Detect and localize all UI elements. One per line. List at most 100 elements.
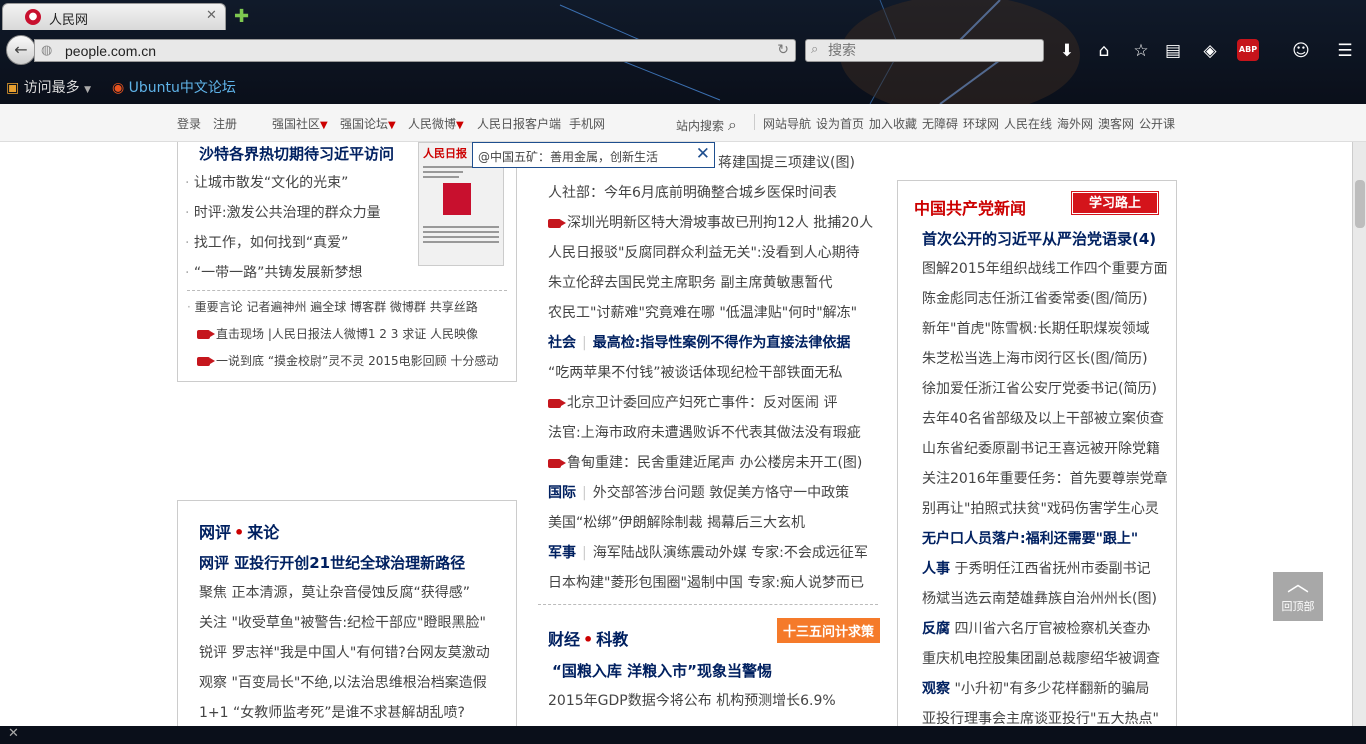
aoke-link[interactable]: 澳客网 xyxy=(1098,115,1134,132)
people-online-link[interactable]: 人民在线 xyxy=(1004,115,1052,132)
pocket-icon[interactable]: ◈ xyxy=(1199,40,1221,62)
close-tab-icon[interactable]: ✕ xyxy=(206,8,217,23)
set-homepage-link[interactable]: 设为首页 xyxy=(816,115,864,132)
accessibility-link[interactable]: 无障碍 xyxy=(922,115,958,132)
list-item[interactable]: 去年40名省部级及以上干部被立案侦查 xyxy=(922,408,1164,428)
left-headline[interactable]: 沙特各界热切期待习近平访问 xyxy=(199,143,394,164)
list-item[interactable]: 农民工"讨薪难"究竟难在哪 "低温津贴"何时"解冻" xyxy=(548,302,857,322)
anticorruption-row[interactable]: 反腐 四川省六名厅官被检察机关查办 xyxy=(922,618,1150,638)
list-item[interactable]: 锐评 罗志祥"我是中国人"有何错?台网友莫激动 xyxy=(199,642,490,662)
observation-row[interactable]: 观察 "小升初"有多少花样翻新的骗局 xyxy=(922,678,1149,698)
society-row[interactable]: 社会 | 最高检:指导性案例不得作为直接法律依据 xyxy=(548,332,850,352)
list-item[interactable]: 亚投行理事会主席谈亚投行"五大热点" xyxy=(922,708,1159,728)
list-item[interactable]: · 时评:激发公共治理的群众力量 xyxy=(185,202,381,222)
qiangguo-community-link[interactable]: 强国社区▼ xyxy=(272,115,328,132)
finance-headline[interactable]: “国粮入库 洋粮入市”现象当警惕 xyxy=(552,660,772,681)
list-item[interactable]: 深圳光明新区特大滑坡事故已刑拘12人 批捕20人 xyxy=(548,212,873,232)
register-link[interactable]: 注册 xyxy=(213,115,237,132)
list-item[interactable]: 观察 "百变局长"不绝,以法治思维根治档案造假 xyxy=(199,672,487,692)
links-row[interactable]: 直击现场 |人民日报法人微博1 2 3 求证 人民映像 xyxy=(197,325,478,342)
item-text: 鲁甸重建：民舍重建近尾声 办公楼房未开工(图) xyxy=(567,455,863,471)
list-item[interactable]: 别再让"拍照式扶贫"戏码伤害学生心灵 xyxy=(922,498,1159,518)
links-row[interactable]: · 重要言论 记者遍神州 遍全球 博客群 微博群 共享丝路 xyxy=(187,298,478,315)
list-item[interactable]: · “一带一路”共铸发展新梦想 xyxy=(185,262,362,282)
section-headline: 最高检:指导性案例不得作为直接法律依据 xyxy=(592,335,851,351)
list-item[interactable]: 山东省纪委原副书记王喜远被开除党籍 xyxy=(922,438,1160,458)
close-icon[interactable]: ✕ xyxy=(8,726,19,741)
list-item[interactable]: 新年"首虎"陈雪枫:长期任职煤炭领域 xyxy=(922,318,1150,338)
smiley-icon[interactable]: ☺ xyxy=(1290,40,1312,62)
list-item[interactable]: 北京卫计委回应产妇死亡事件：反对医闹 评 xyxy=(548,392,837,412)
personnel-row[interactable]: 人事 于秀明任江西省抚州市委副书记 xyxy=(922,558,1150,578)
party-headline[interactable]: 首次公开的习近平从严治党语录(4) xyxy=(922,228,1156,249)
back-to-top-button[interactable]: ︿ 回顶部 xyxy=(1273,572,1323,621)
url-bar[interactable]: ◍ people.com.cn ↻ xyxy=(34,39,796,62)
item-text: 外交部答涉台问题 敦促美方恪守一中政策 xyxy=(592,485,850,501)
list-item[interactable]: 徐加爱任浙江省公安厅党委书记(简历) xyxy=(922,378,1157,398)
list-item[interactable]: 重庆机电控股集团副总裁廖绍华被调查 xyxy=(922,648,1160,668)
newspaper-photo xyxy=(443,183,471,215)
list-item[interactable]: 鲁甸重建：民舍重建近尾声 办公楼房未开工(图) xyxy=(548,452,862,472)
huanqiu-link[interactable]: 环球网 xyxy=(963,115,999,132)
close-icon[interactable]: ✕ xyxy=(696,144,710,164)
list-item[interactable]: 蒋建国提三项建议(图) xyxy=(718,152,855,172)
reload-icon[interactable]: ↻ xyxy=(777,42,789,58)
list-item[interactable]: “吃两苹果不付钱”被谈话体现纪检干部铁面无私 xyxy=(548,362,843,382)
list-item[interactable]: 朱芝松当选上海市闵行区长(图/简历) xyxy=(922,348,1148,368)
nav-label: 人民微博 xyxy=(408,117,457,131)
list-item[interactable]: 杨斌当选云南楚雄彝族自治州州长(图) xyxy=(922,588,1157,608)
list-item[interactable]: 关注 "收受草鱼"被警告:纪检干部应"瞪眼黑脸" xyxy=(199,612,486,632)
list-item[interactable]: 朱立伦辞去国民党主席职务 副主席黄敏惠暂代 xyxy=(548,272,832,292)
site-map-link[interactable]: 网站导航 xyxy=(763,115,811,132)
menu-icon[interactable]: ☰ xyxy=(1334,40,1356,62)
list-item[interactable]: 日本构建"菱形包围圈"遏制中国 专家:痴人说梦而已 xyxy=(548,572,864,592)
qiangguo-forum-link[interactable]: 强国论坛▼ xyxy=(340,115,396,132)
home-icon[interactable]: ⌂ xyxy=(1093,40,1115,62)
bookmarks-list-icon[interactable]: ▤ xyxy=(1162,40,1184,62)
ad-tooltip[interactable]: @中国五矿：善用金属，创新生活 ✕ xyxy=(472,142,715,168)
section-label: 人事 xyxy=(922,561,950,577)
scrollbar-thumb[interactable] xyxy=(1355,180,1365,228)
overseas-net-link[interactable]: 海外网 xyxy=(1057,115,1093,132)
search-bar[interactable]: ⌕ xyxy=(805,39,1044,62)
list-item[interactable]: 人民日报驳"反腐同群众利益无关":没看到人心期待 xyxy=(548,242,860,262)
open-course-link[interactable]: 公开课 xyxy=(1139,115,1175,132)
list-item[interactable]: 关注2016年重要任务：首先要尊崇党章 xyxy=(922,468,1168,488)
list-item[interactable]: 1+1 “女教师监考死”是谁不求甚解胡乱喷? xyxy=(199,702,465,722)
comment-headline[interactable]: 网评 亚投行开创21世纪全球治理新路径 xyxy=(199,552,465,573)
bookmark-ubuntu-forum[interactable]: ◉ Ubuntu中文论坛 xyxy=(112,77,236,97)
bookmark-star-icon[interactable]: ☆ xyxy=(1130,40,1152,62)
list-item[interactable]: 陈金彪同志任浙江省委常委(图/简历) xyxy=(922,288,1148,308)
party-headline-2[interactable]: 无户口人员落户:福利还需要"跟上" xyxy=(922,528,1138,548)
back-button[interactable]: ← xyxy=(6,35,36,65)
chevron-down-icon: ▼ xyxy=(456,120,464,131)
party-news-title[interactable]: 中国共产党新闻 xyxy=(914,195,1026,219)
people-weibo-link[interactable]: 人民微博▼ xyxy=(408,115,464,132)
links-row[interactable]: 一说到底 “摸金校尉”灵不灵 2015电影回顾 十分感动 xyxy=(197,352,498,369)
search-input[interactable] xyxy=(828,42,1028,60)
intl-row[interactable]: 国际 | 外交部答涉台问题 敦促美方恪守一中政策 xyxy=(548,482,849,502)
login-link[interactable]: 登录 xyxy=(177,115,201,132)
add-favorite-link[interactable]: 加入收藏 xyxy=(869,115,917,132)
site-search-link[interactable]: 站内搜索 ⌕ xyxy=(676,115,737,135)
list-item[interactable]: 美国“松绑”伊朗解除制裁 揭幕后三大玄机 xyxy=(548,512,805,532)
list-item[interactable]: 2015年GDP数据今将公布 机构预测增长6.9% xyxy=(548,690,836,710)
mobile-site-link[interactable]: 手机网 xyxy=(569,115,605,132)
download-icon[interactable]: ⬇ xyxy=(1056,40,1078,62)
list-item[interactable]: · 找工作，如何找到“真爱” xyxy=(185,232,348,252)
bookmark-most-visited[interactable]: ▣ 访问最多 ▼ xyxy=(6,77,91,97)
military-row[interactable]: 军事 | 海军陆战队演练震动外媒 专家:不会成远征军 xyxy=(548,542,868,562)
list-item[interactable]: · 让城市散发“文化的光束” xyxy=(185,172,348,192)
thirteenth-five-year-tag[interactable]: 十三五问计求策 xyxy=(777,618,881,643)
list-item[interactable]: 法官:上海市政府未遭遇败诉不代表其做法没有瑕疵 xyxy=(548,422,861,442)
browser-tab[interactable]: ● 人民网 ✕ xyxy=(2,3,226,30)
list-item[interactable]: 聚焦 正本清源，莫让杂音侵蚀反腐“获得感” xyxy=(199,582,470,602)
new-tab-icon[interactable]: ✚ xyxy=(234,6,249,27)
list-item[interactable]: 人社部：今年6月底前明确整合城乡医保时间表 xyxy=(548,182,837,202)
adblock-plus-icon[interactable]: ABP xyxy=(1237,39,1259,61)
list-item[interactable]: 图解2015年组织战线工作四个重要方面 xyxy=(922,258,1168,278)
title-part: 财经 xyxy=(548,630,581,649)
client-app-link[interactable]: 人民日报客户端 xyxy=(477,115,561,132)
study-road-ribbon[interactable]: 学习路上 xyxy=(1071,191,1159,215)
page-scrollbar[interactable] xyxy=(1352,142,1366,726)
